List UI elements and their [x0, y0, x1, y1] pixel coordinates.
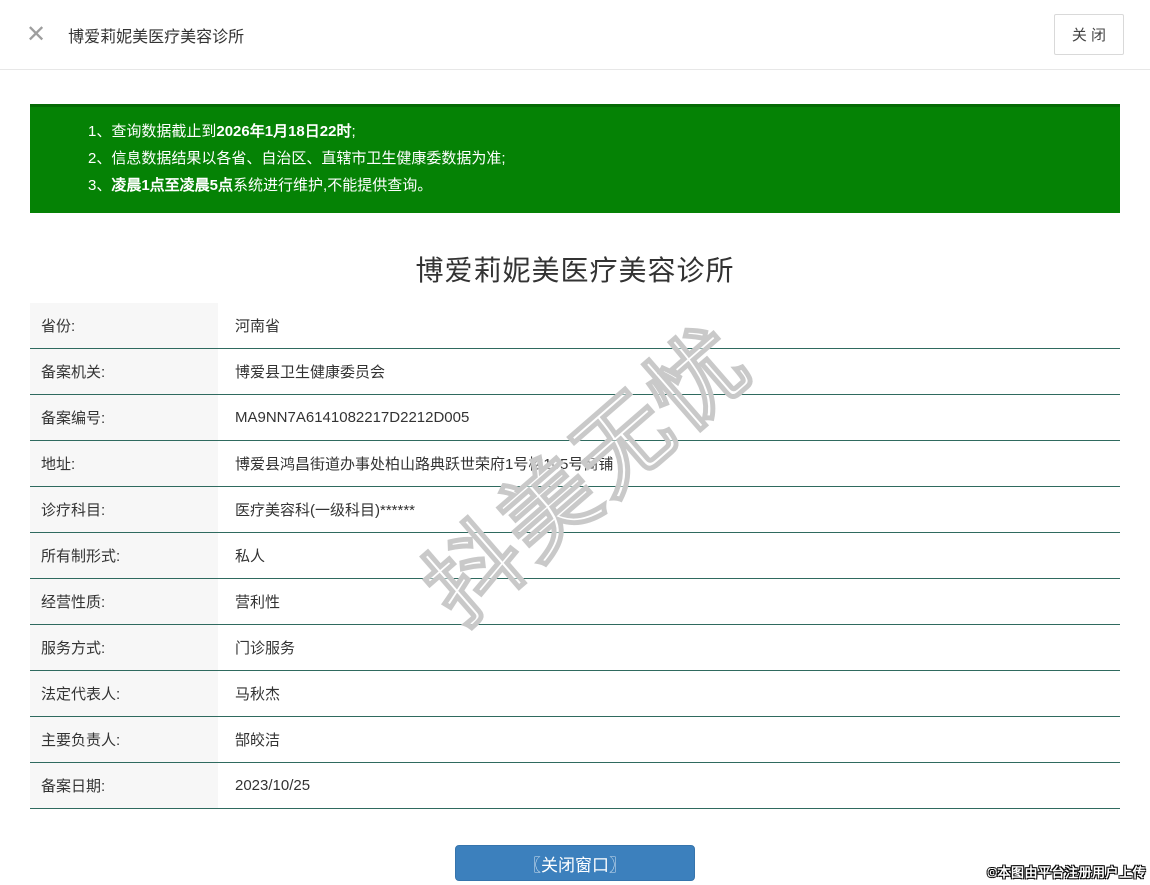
table-row-filing-number: 备案编号: MA9NN7A6141082217D2212D005 — [30, 395, 1120, 441]
row-label: 备案日期: — [30, 763, 218, 808]
upload-credit-watermark: ©本图由平台注册用户上传 — [987, 865, 1146, 880]
row-value: 博爱县鸿昌街道办事处柏山路典跃世荣府1号楼105号商铺 — [235, 456, 614, 473]
table-row-business-nature: 经营性质: 营利性 — [30, 579, 1120, 625]
row-label: 法定代表人: — [30, 671, 218, 716]
notice-line-1-post: ; — [351, 123, 356, 140]
notice-line-1-text: 查询数据截止到 — [111, 123, 217, 140]
row-label: 服务方式: — [30, 625, 218, 670]
row-label: 省份: — [30, 303, 218, 348]
notice-banner: 1、查询数据截止到2026年1月18日22时; 2、信息数据结果以各省、自治区、… — [30, 104, 1120, 213]
row-value: 私人 — [235, 548, 266, 565]
notice-line-2: 2、信息数据结果以各省、自治区、直辖市卫生健康委数据为准; — [88, 145, 1100, 172]
row-value: 营利性 — [235, 594, 281, 611]
table-row-ownership: 所有制形式: 私人 — [30, 533, 1120, 579]
notice-line-3-num: 3、 — [88, 177, 112, 194]
notice-line-3: 3、凌晨1点至凌晨5点系统进行维护,不能提供查询。 — [88, 172, 1100, 199]
table-row-address: 地址: 博爱县鸿昌街道办事处柏山路典跃世荣府1号楼105号商铺 — [30, 441, 1120, 487]
row-value: 马秋杰 — [235, 686, 281, 703]
close-button[interactable]: 关 闭 — [1053, 14, 1124, 55]
row-value: 2023/10/25 — [235, 777, 311, 794]
row-value: 博爱县卫生健康委员会 — [235, 364, 386, 381]
row-label: 备案机关: — [30, 349, 218, 394]
record-table: 省份: 河南省 备案机关: 博爱县卫生健康委员会 备案编号: MA9NN7A61… — [30, 303, 1120, 809]
page-title: 博爱莉妮美医疗美容诊所 — [415, 255, 735, 286]
window-title: 博爱莉妮美医疗美容诊所 — [68, 28, 245, 46]
top-bar: ✕ 博爱莉妮美医疗美容诊所 关 闭 — [0, 0, 1150, 70]
row-label: 主要负责人: — [30, 717, 218, 762]
row-value: MA9NN7A6141082217D2212D005 — [235, 409, 470, 426]
row-value: 郜皎洁 — [235, 732, 281, 749]
notice-line-3-bold: 凌晨1点至凌晨5点 — [111, 177, 234, 194]
row-label: 备案编号: — [30, 395, 218, 440]
row-label: 经营性质: — [30, 579, 218, 624]
table-row-principal: 主要负责人: 郜皎洁 — [30, 717, 1120, 763]
row-label: 诊疗科目: — [30, 487, 218, 532]
notice-line-2-num: 2、 — [88, 150, 112, 167]
table-row-province: 省份: 河南省 — [30, 303, 1120, 349]
row-label: 所有制形式: — [30, 533, 218, 578]
row-value: 门诊服务 — [235, 640, 296, 657]
table-row-filing-authority: 备案机关: 博爱县卫生健康委员会 — [30, 349, 1120, 395]
notice-line-1-bold: 2026年1月18日22时 — [216, 123, 352, 140]
close-icon[interactable]: ✕ — [26, 22, 46, 47]
row-value: 河南省 — [235, 318, 281, 335]
table-row-filing-date: 备案日期: 2023/10/25 — [30, 763, 1120, 809]
row-label: 地址: — [30, 441, 218, 486]
row-value: 医疗美容科(一级科目)****** — [235, 502, 416, 519]
table-row-departments: 诊疗科目: 医疗美容科(一级科目)****** — [30, 487, 1120, 533]
table-row-service-mode: 服务方式: 门诊服务 — [30, 625, 1120, 671]
notice-line-3-post: 系统进行维护,不能提供查询。 — [233, 177, 433, 194]
notice-line-2-text: 信息数据结果以各省、自治区、直辖市卫生健康委数据为准; — [111, 150, 506, 167]
table-row-legal-representative: 法定代表人: 马秋杰 — [30, 671, 1120, 717]
notice-line-1: 1、查询数据截止到2026年1月18日22时; — [88, 118, 1100, 145]
close-window-button[interactable]: 〖关闭窗口〗 — [455, 845, 695, 881]
notice-line-1-num: 1、 — [88, 123, 112, 140]
